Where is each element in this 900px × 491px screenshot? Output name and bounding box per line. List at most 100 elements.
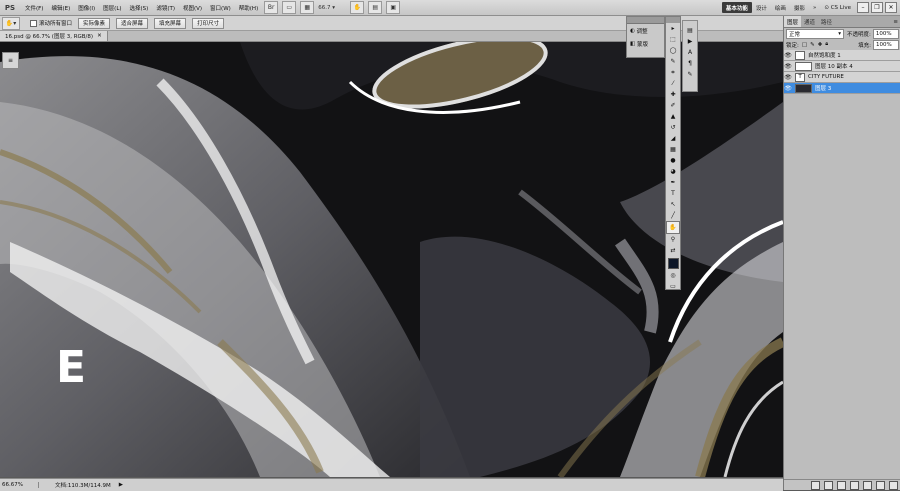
minibridge-icon[interactable]: ▭ [282, 1, 297, 14]
tab-channels[interactable]: 通道 [801, 16, 818, 27]
workspace-design[interactable]: 设计 [752, 2, 771, 13]
workspace-painting[interactable]: 绘画 [771, 2, 790, 13]
menu-layer[interactable]: 图层(L) [99, 4, 125, 12]
marquee-tool-icon[interactable]: ⬚ [667, 34, 679, 45]
canvas-letter: E [56, 342, 87, 393]
menu-select[interactable]: 选择(S) [126, 4, 153, 12]
lock-transparent-icon[interactable]: □ [802, 42, 807, 48]
layer-thumbnail [795, 61, 812, 71]
fit-screen-button[interactable]: 适合屏幕 [116, 17, 149, 29]
lock-position-icon[interactable]: ✚ [818, 42, 823, 48]
link-layers-icon[interactable] [811, 480, 820, 490]
restore-button[interactable]: ❐ [871, 2, 883, 13]
shape-tool-icon[interactable]: ╱ [667, 210, 679, 221]
tab-paths[interactable]: 路径 [818, 16, 835, 27]
adjustments-row[interactable]: ◐ 调整 [627, 24, 664, 37]
print-size-button[interactable]: 打印尺寸 [192, 17, 225, 29]
zoom-level-select[interactable]: 66.7 ▾ [318, 3, 346, 13]
visibility-eye-icon[interactable]: 👁︎ [784, 63, 792, 70]
healing-brush-icon[interactable]: ✚ [667, 89, 679, 100]
eyedropper-tool-icon[interactable]: ⁄ [667, 78, 679, 89]
fill-screen-button[interactable]: 填充屏幕 [154, 17, 187, 29]
visibility-eye-icon[interactable]: 👁︎ [784, 85, 792, 92]
character-panel-icon[interactable]: A [684, 47, 696, 58]
add-mask-icon[interactable] [837, 480, 846, 490]
lock-all-icon[interactable]: 🔒︎ [825, 41, 828, 48]
tool-presets-icon[interactable]: ✎ [684, 69, 696, 80]
cs-live-button[interactable]: ⊙ CS Live [820, 2, 855, 13]
close-tab-icon[interactable]: ✕ [97, 33, 102, 39]
close-button[interactable]: ✕ [885, 2, 897, 13]
adjustments-panel: ◐ 调整 ◧ 蒙版 [626, 16, 665, 58]
brush-tool-icon[interactable]: ✐ [667, 100, 679, 111]
scroll-all-windows-checkbox[interactable]: 滚动所有窗口 [30, 19, 72, 27]
move-tool-icon[interactable]: ▸ [667, 23, 679, 34]
panel-icon-strip: ▤ ▶ A ¶ ✎ [682, 20, 698, 92]
type-tool-icon[interactable]: T [667, 188, 679, 199]
delete-layer-icon[interactable] [889, 480, 898, 490]
tab-layers[interactable]: 图层 [784, 16, 802, 27]
masks-row[interactable]: ◧ 蒙版 [627, 37, 664, 50]
pen-tool-icon[interactable]: ✒ [667, 177, 679, 188]
layer-row-selected[interactable]: 👁︎ 图层 3 [784, 83, 900, 94]
workspace-photography[interactable]: 摄影 [790, 2, 809, 13]
new-layer-icon[interactable] [876, 480, 885, 490]
eraser-tool-icon[interactable]: ◢ [667, 133, 679, 144]
blur-tool-icon[interactable]: ● [667, 155, 679, 166]
history-panel-icon[interactable]: ▤ [684, 25, 696, 36]
swap-colors-icon[interactable]: ⇄ [667, 245, 679, 256]
menu-filter[interactable]: 滤镜(T) [152, 4, 179, 12]
new-adjustment-icon[interactable] [850, 480, 859, 490]
extras-icon[interactable]: ▦ [300, 1, 315, 14]
screen-mode-icon[interactable]: ▣ [386, 1, 401, 14]
menu-edit[interactable]: 编辑(E) [47, 4, 74, 12]
path-select-icon[interactable]: ↖ [667, 199, 679, 210]
status-bar: 66.67% 文档:110.3M/114.9M ▶ [0, 478, 783, 491]
layer-row[interactable]: 👁︎ T CITY FUTURE [784, 72, 900, 83]
menu-window[interactable]: 窗口(W) [206, 4, 235, 12]
actions-panel-icon[interactable]: ▶ [684, 36, 696, 47]
cs-live-icon: ⊙ [824, 4, 829, 11]
bridge-icon[interactable]: Br [264, 1, 279, 14]
layer-thumbnail [795, 83, 812, 93]
layer-row[interactable]: 👁︎ 自然饱和度 1 [784, 50, 900, 61]
blend-mode-select[interactable]: 正常 ▾ [786, 28, 844, 39]
dodge-tool-icon[interactable]: ◕ [667, 166, 679, 177]
menu-image[interactable]: 图像(I) [74, 4, 99, 12]
screen-mode-tool-icon[interactable]: ▭ [667, 281, 679, 292]
gradient-tool-icon[interactable]: ▦ [667, 144, 679, 155]
visibility-eye-icon[interactable]: 👁︎ [784, 52, 792, 59]
paragraph-panel-icon[interactable]: ¶ [684, 58, 696, 69]
hand-tool-icon[interactable]: ✋ [350, 1, 365, 14]
opacity-field[interactable]: 100% [872, 28, 899, 39]
hand-tool-icon[interactable]: ✋ [666, 221, 680, 234]
menu-help[interactable]: 帮助(H) [235, 4, 262, 12]
arrange-documents-icon[interactable]: ▤ [368, 1, 383, 14]
workspace-essentials[interactable]: 基本功能 [721, 2, 752, 13]
new-group-icon[interactable] [863, 480, 872, 490]
lock-image-icon[interactable]: ✎ [810, 42, 815, 48]
crop-tool-icon[interactable]: ⌗ [667, 67, 679, 78]
color-swatch[interactable] [667, 256, 679, 270]
clone-stamp-icon[interactable]: ▲ [667, 111, 679, 122]
layer-style-icon[interactable] [824, 480, 833, 490]
menu-view[interactable]: 视图(V) [179, 4, 206, 12]
panel-menu-icon[interactable]: ≡ [890, 16, 900, 27]
history-brush-icon[interactable]: ↺ [667, 122, 679, 133]
layer-row[interactable]: 👁︎ 图层 10 副本 4 [784, 61, 900, 72]
quick-mask-icon[interactable]: ◎ [667, 270, 679, 281]
collapsed-panel-icon[interactable]: ≡ [2, 52, 19, 69]
menu-file[interactable]: 文件(F) [21, 4, 47, 12]
status-menu-arrow-icon[interactable]: ▶ [119, 482, 123, 488]
zoom-readout[interactable]: 66.67% [0, 482, 39, 488]
document-tab[interactable]: 16.psd @ 66.7% (图层 3, RGB/8) ✕ [0, 31, 108, 41]
lasso-tool-icon[interactable]: ◯ [667, 45, 679, 56]
actual-pixels-button[interactable]: 实际像素 [78, 17, 111, 29]
zoom-tool-icon[interactable]: ⚲ [667, 234, 679, 245]
fill-field[interactable]: 100% [873, 39, 899, 50]
quick-select-tool-icon[interactable]: ✎ [667, 56, 679, 67]
visibility-eye-icon[interactable]: 👁︎ [784, 74, 792, 81]
hand-tool-preset-icon[interactable]: ✋▾ [2, 16, 20, 30]
workspace-more[interactable]: » [809, 2, 820, 13]
minimize-button[interactable]: – [857, 2, 869, 13]
